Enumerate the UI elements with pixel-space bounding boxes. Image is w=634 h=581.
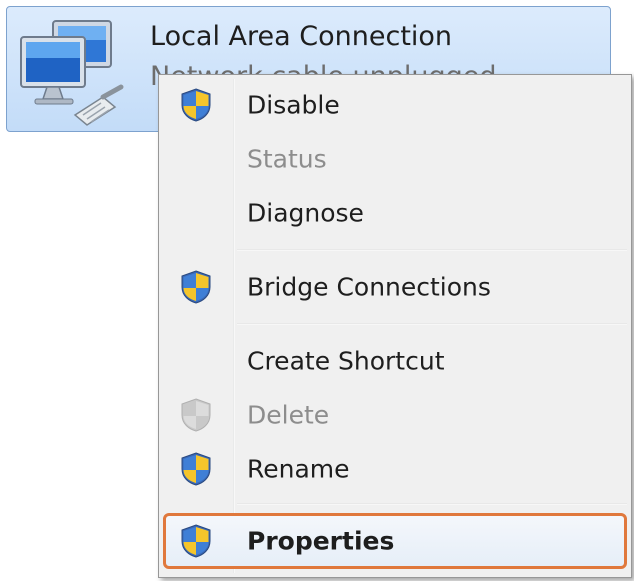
network-computer-icon (20, 20, 124, 126)
menu-item-label: Delete (247, 400, 330, 430)
menu-item-disable[interactable]: Disable (161, 81, 629, 129)
menu-item-label: Disable (247, 90, 340, 120)
menu-item-label: Status (247, 144, 327, 174)
menu-item-label: Rename (247, 454, 350, 484)
screen: Local Area Connection Network cable unpl… (0, 0, 634, 581)
menu-separator (237, 249, 627, 251)
menu-item-status[interactable]: Status (161, 135, 629, 183)
menu-separator (237, 323, 627, 325)
connection-name: Local Area Connection (150, 21, 453, 52)
menu-item-label: Create Shortcut (247, 346, 445, 376)
uac-shield-icon (181, 524, 211, 558)
menu-item-label: Diagnose (247, 198, 364, 228)
context-menu: Disable Status Diagnose Bridge Connectio… (158, 74, 632, 578)
menu-item-bridge-connections[interactable]: Bridge Connections (161, 263, 629, 311)
menu-item-create-shortcut[interactable]: Create Shortcut (161, 337, 629, 385)
menu-item-rename[interactable]: Rename (161, 445, 629, 493)
menu-item-delete[interactable]: Delete (161, 391, 629, 439)
uac-shield-icon (181, 88, 211, 122)
menu-item-diagnose[interactable]: Diagnose (161, 189, 629, 237)
menu-separator (237, 503, 627, 505)
uac-shield-icon (181, 398, 211, 432)
menu-item-label: Properties (247, 526, 395, 556)
menu-item-label: Bridge Connections (247, 272, 491, 302)
menu-item-properties[interactable]: Properties (161, 511, 629, 571)
highlight-outline (163, 513, 627, 569)
uac-shield-icon (181, 452, 211, 486)
uac-shield-icon (181, 270, 211, 304)
